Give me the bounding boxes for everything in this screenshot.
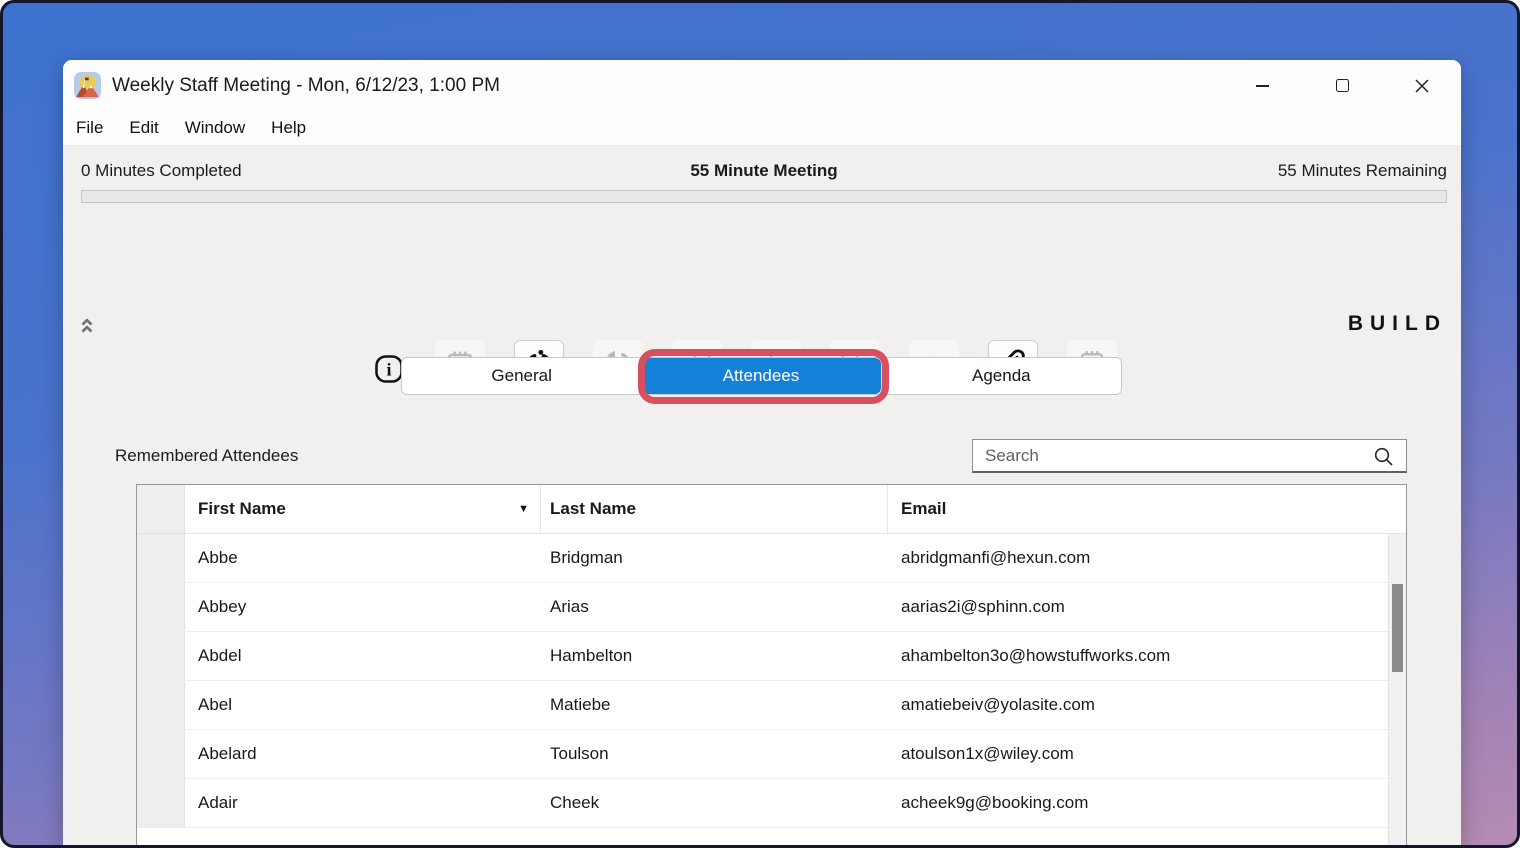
desktop-background: Weekly Staff Meeting - Mon, 6/12/23, 1:0… [0, 0, 1520, 848]
cell-last-name: Cheek [541, 779, 888, 827]
row-gutter [137, 730, 185, 778]
cell-email: atoulson1x@wiley.com [888, 730, 1406, 778]
tab-agenda[interactable]: Agenda [881, 358, 1121, 394]
search-input[interactable] [973, 440, 1406, 471]
table-row[interactable]: Abel Matiebe amatiebeiv@yolasite.com [137, 681, 1406, 730]
menu-help[interactable]: Help [258, 111, 319, 145]
cell-first-name: Adair [185, 779, 541, 827]
app-icon [74, 72, 101, 99]
table-row[interactable]: Abdel Hambelton ahambelton3o@howstuffwor… [137, 632, 1406, 681]
progress-labels: 0 Minutes Completed 55 Minute Meeting 55… [81, 158, 1447, 184]
maximize-button[interactable] [1319, 66, 1365, 106]
window-controls [1239, 66, 1461, 106]
menu-window[interactable]: Window [172, 111, 258, 145]
tab-bar: General Attendees Agenda [401, 357, 1122, 395]
last-name-header-label: Last Name [550, 499, 636, 519]
table-header-row: First Name ▼ Last Name Email [137, 485, 1406, 534]
window-title: Weekly Staff Meeting - Mon, 6/12/23, 1:0… [112, 75, 500, 97]
collapse-toolbar-button[interactable] [80, 315, 100, 337]
app-window: Weekly Staff Meeting - Mon, 6/12/23, 1:0… [63, 60, 1461, 848]
cell-email: amatiebeiv@yolasite.com [888, 681, 1406, 729]
minutes-completed-label: 0 Minutes Completed [81, 161, 536, 181]
svg-text:i: i [386, 360, 391, 380]
cell-first-name: Abelard [185, 730, 541, 778]
cell-email: ahambelton3o@howstuffworks.com [888, 632, 1406, 680]
column-header-last-name[interactable]: Last Name [541, 485, 888, 533]
search-icon[interactable] [1372, 445, 1396, 469]
chevrons-up-icon [80, 318, 94, 334]
column-header-email[interactable]: Email [888, 485, 1388, 533]
row-gutter [137, 583, 185, 631]
minimize-icon [1256, 85, 1269, 87]
menu-edit[interactable]: Edit [116, 111, 171, 145]
email-header-label: Email [901, 499, 946, 519]
table-row[interactable]: Abbe Bridgman abridgmanfi@hexun.com [137, 534, 1406, 583]
cell-last-name: Toulson [541, 730, 888, 778]
cell-last-name: Hambelton [541, 632, 888, 680]
cell-first-name: Abel [185, 681, 541, 729]
minimize-button[interactable] [1239, 66, 1285, 106]
row-gutter [137, 632, 185, 680]
column-header-first-name[interactable]: First Name ▼ [185, 485, 541, 533]
cell-last-name: Bridgman [541, 534, 888, 582]
minutes-remaining-label: 55 Minutes Remaining [992, 161, 1447, 181]
meeting-duration-label: 55 Minute Meeting [536, 161, 991, 181]
menubar: File Edit Window Help [63, 111, 1461, 146]
meeting-progress-bar [81, 190, 1447, 203]
cell-email: acheek9g@booking.com [888, 779, 1406, 827]
menu-file[interactable]: File [63, 111, 116, 145]
close-button[interactable] [1399, 66, 1445, 106]
search-box [972, 439, 1407, 473]
header-spacer [1388, 485, 1406, 533]
section-title: Remembered Attendees [115, 446, 298, 466]
cell-last-name: Arias [541, 583, 888, 631]
table-body: Abbe Bridgman abridgmanfi@hexun.com Abbe… [137, 534, 1406, 828]
cell-first-name: Abbe [185, 534, 541, 582]
table-row[interactable]: Abbey Arias aarias2i@sphinn.com [137, 583, 1406, 632]
build-logo: BUILD [1348, 312, 1447, 336]
row-gutter [137, 534, 185, 582]
first-name-header-label: First Name [198, 499, 286, 519]
row-gutter [137, 779, 185, 827]
tab-general[interactable]: General [402, 358, 641, 394]
titlebar[interactable]: Weekly Staff Meeting - Mon, 6/12/23, 1:0… [63, 60, 1461, 111]
cell-email: abridgmanfi@hexun.com [888, 534, 1406, 582]
vertical-scrollbar[interactable] [1388, 534, 1406, 848]
close-icon [1414, 78, 1430, 94]
maximize-icon [1336, 79, 1349, 92]
scrollbar-thumb[interactable] [1392, 584, 1403, 672]
table-row[interactable]: Abelard Toulson atoulson1x@wiley.com [137, 730, 1406, 779]
cell-last-name: Matiebe [541, 681, 888, 729]
sort-descending-icon: ▼ [518, 503, 529, 515]
table-row[interactable]: Adair Cheek acheek9g@booking.com [137, 779, 1406, 828]
cell-email: aarias2i@sphinn.com [888, 583, 1406, 631]
row-gutter [137, 485, 185, 533]
cell-first-name: Abdel [185, 632, 541, 680]
attendees-table: First Name ▼ Last Name Email Abbe Bridgm… [136, 484, 1407, 848]
row-gutter [137, 681, 185, 729]
tab-attendees[interactable]: Attendees [641, 358, 880, 394]
cell-first-name: Abbey [185, 583, 541, 631]
